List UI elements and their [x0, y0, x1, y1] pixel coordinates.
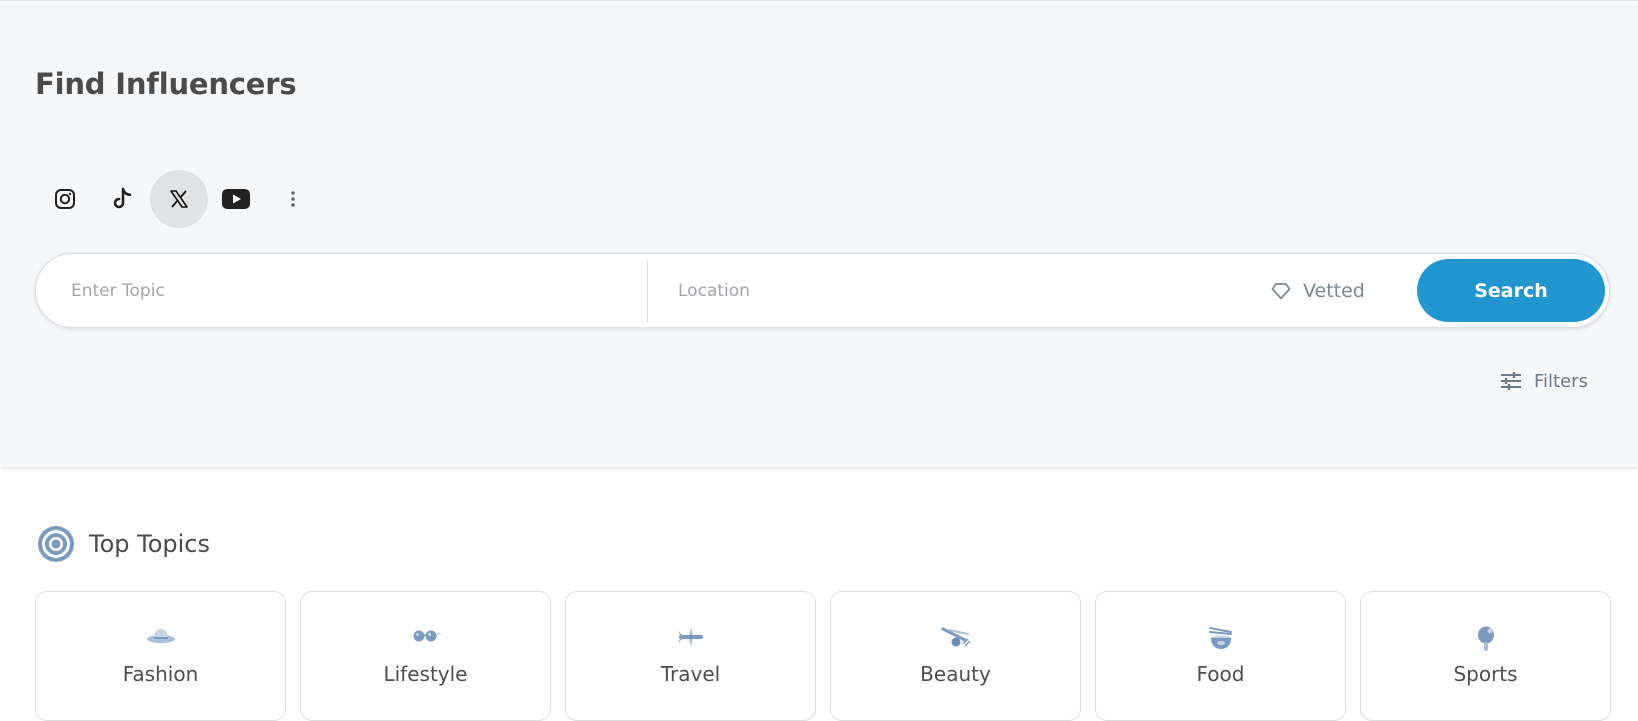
filters-label: Filters: [1534, 370, 1588, 392]
search-hero-panel: Find Influencers Enter Topic Location Ve…: [0, 0, 1638, 467]
topic-card-food[interactable]: Food: [1095, 591, 1346, 721]
topic-input[interactable]: [71, 254, 631, 327]
topic-card-lifestyle[interactable]: Lifestyle: [300, 591, 551, 721]
topic-label: Food: [1196, 662, 1245, 686]
topic-label: Fashion: [122, 662, 199, 686]
search-bar: Vetted Search: [35, 253, 1610, 328]
search-button[interactable]: Search: [1417, 259, 1605, 322]
vetted-toggle[interactable]: Vetted: [1271, 254, 1365, 327]
platform-instagram[interactable]: [36, 170, 94, 228]
hat-icon: [146, 629, 175, 643]
topic-card-fashion[interactable]: Fashion: [35, 591, 286, 721]
platform-x[interactable]: [150, 170, 208, 228]
x-icon: [170, 190, 188, 208]
topic-label: Travel: [660, 662, 721, 686]
airplane-icon: [677, 628, 703, 646]
sliders-icon: [1501, 372, 1521, 390]
top-topics-header: Top Topics: [36, 524, 210, 564]
topic-card-travel[interactable]: Travel: [565, 591, 816, 721]
vetted-label: Vetted: [1303, 279, 1365, 302]
topic-label: Sports: [1453, 662, 1518, 686]
search-divider: [647, 260, 648, 323]
section-title: Top Topics: [89, 530, 210, 558]
sunglasses-icon: [413, 630, 441, 642]
topic-card-sports[interactable]: Sports: [1360, 591, 1611, 721]
noodle-bowl-icon: [1208, 627, 1232, 649]
diamond-icon: [1271, 282, 1291, 299]
platform-tiktok[interactable]: [93, 170, 151, 228]
youtube-icon: [222, 189, 250, 209]
topic-label: Beauty: [920, 662, 991, 686]
filters-button[interactable]: Filters: [1500, 367, 1588, 395]
instagram-icon: [55, 189, 75, 209]
location-input[interactable]: [678, 254, 1278, 327]
target-icon: [38, 526, 74, 562]
platform-more[interactable]: [264, 170, 322, 228]
page-title: Find Influencers: [35, 67, 297, 101]
tiktok-icon: [113, 187, 132, 209]
makeup-brush-icon: [941, 627, 971, 647]
topic-label: Lifestyle: [383, 662, 468, 686]
more-vertical-icon: [291, 191, 295, 207]
platform-youtube[interactable]: [207, 170, 265, 228]
topic-card-beauty[interactable]: Beauty: [830, 591, 1081, 721]
ping-pong-paddle-icon: [1477, 626, 1494, 651]
